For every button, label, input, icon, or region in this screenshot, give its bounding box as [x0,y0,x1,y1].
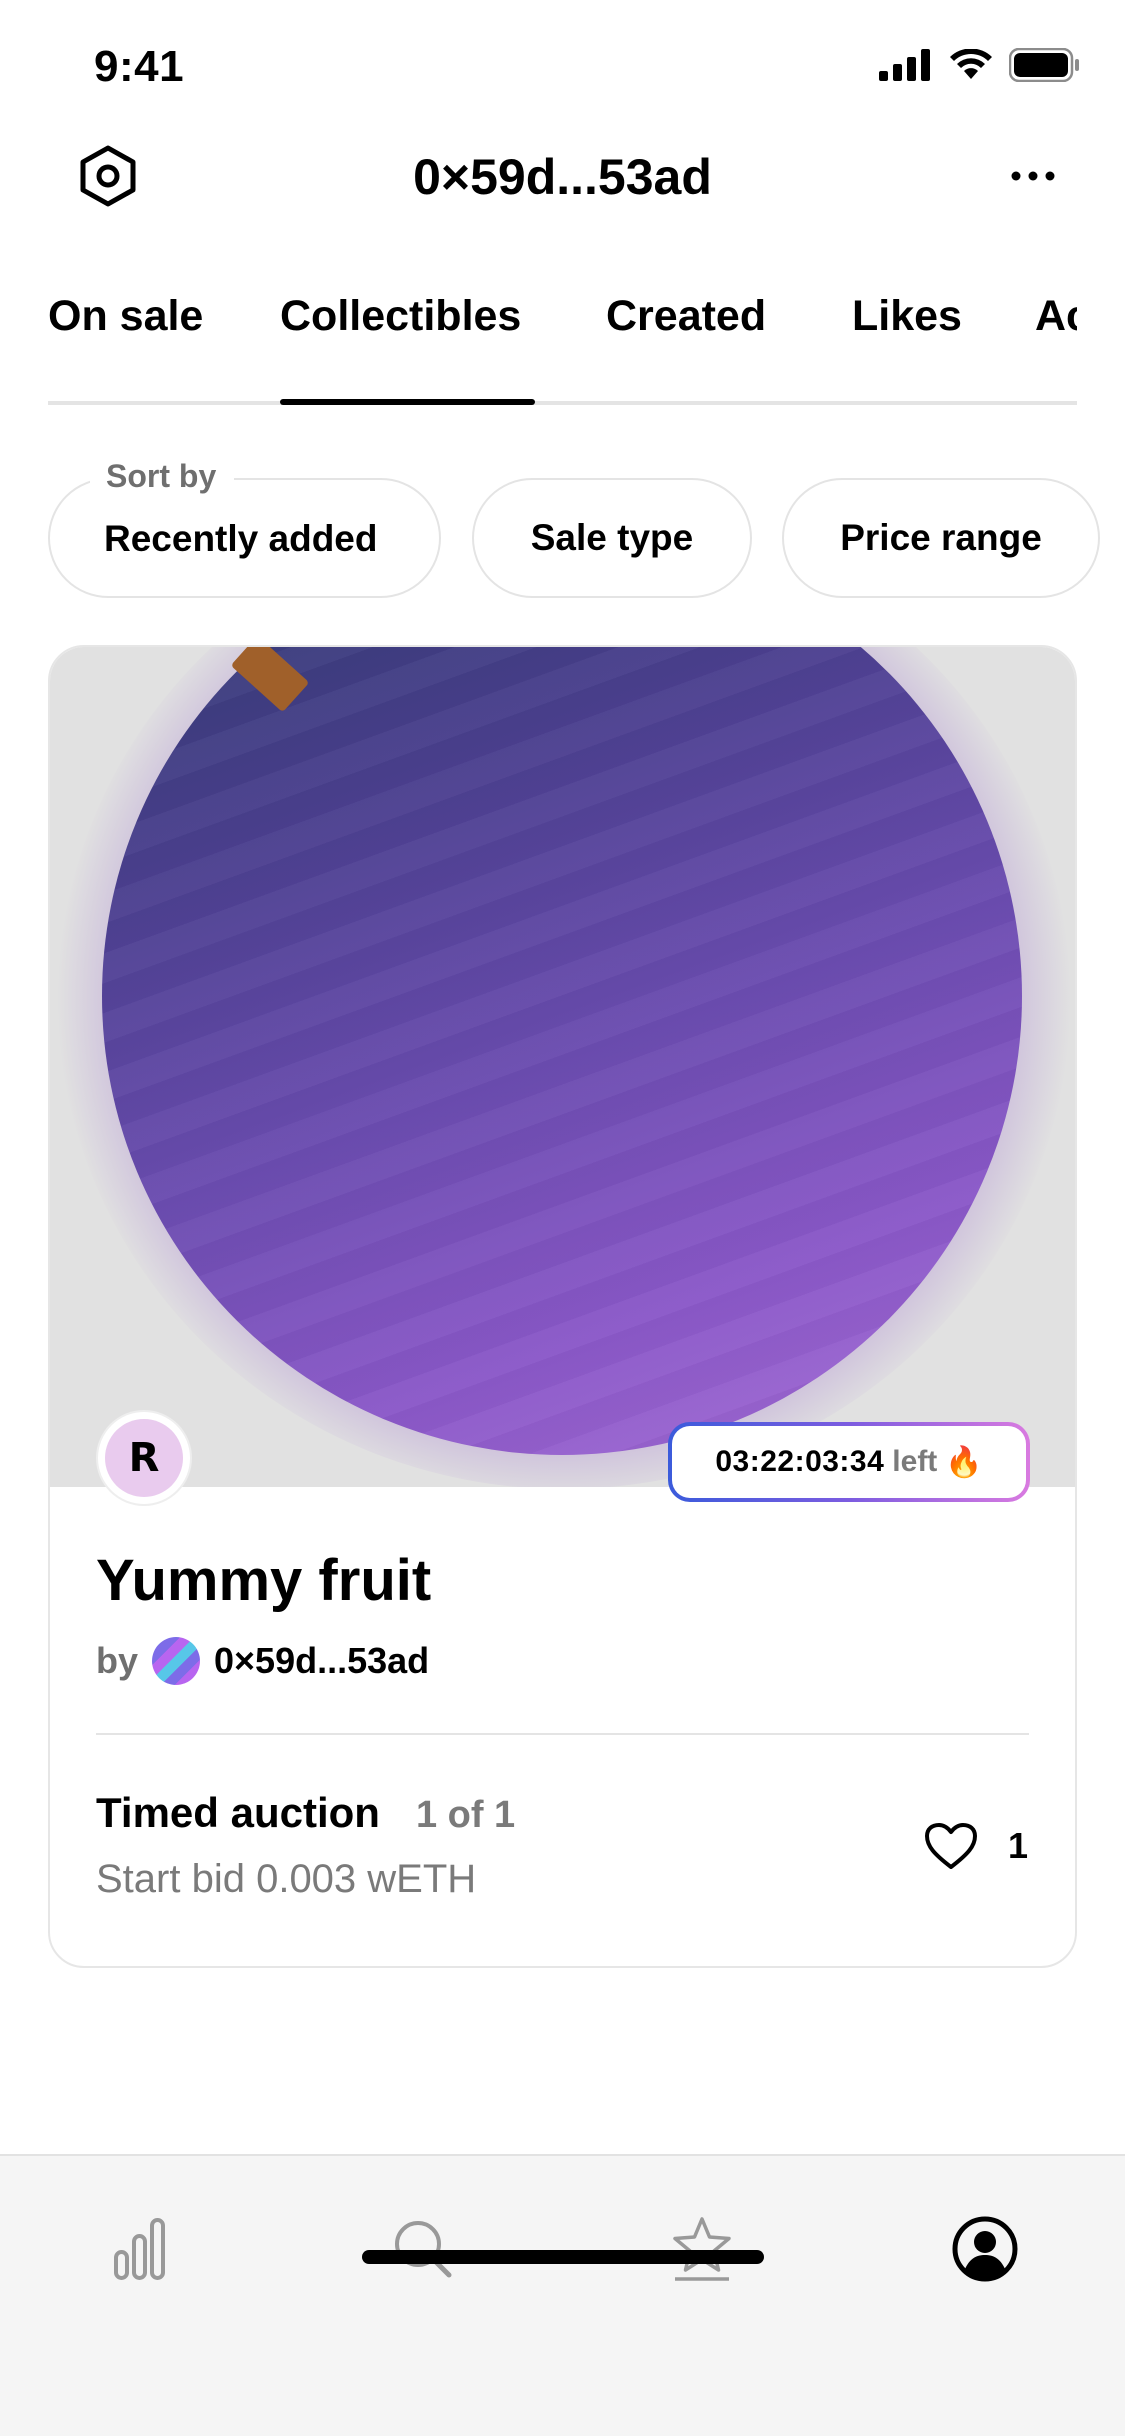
sort-value: Recently added [104,518,378,559]
edition-count: 1 of 1 [415,1794,516,1836]
nft-card[interactable]: R 03:22:03:34 left 🔥 Yummy fruit by 0×59… [48,645,1077,1968]
card-divider [96,1733,1029,1735]
nav-search[interactable] [378,2204,468,2294]
status-time: 9:41 [94,42,185,91]
owner-row[interactable]: by 0×59d...53ad [96,1637,429,1685]
search-icon [395,2221,452,2278]
status-bar: 9:41 [0,0,1125,132]
more-button[interactable] [1001,144,1065,208]
heart-icon [925,1823,977,1869]
auction-type: Timed auction [96,1789,380,1836]
star-icon [673,2217,731,2281]
auction-info: Timed auction 1 of 1 [96,1789,515,1837]
header: 0×59d...53ad [0,132,1125,252]
bottom-nav [0,2154,1125,2436]
timer-value: 03:22:03:34 [715,1445,885,1478]
tab-track [48,401,1077,405]
owner-avatar [152,1637,201,1685]
battery-icon [1009,48,1079,82]
nav-stats[interactable] [95,2204,185,2294]
fire-icon: 🔥 [945,1445,983,1479]
price-range-label: Price range [840,517,1042,558]
cellular-signal-icon [879,49,930,81]
tab-likes[interactable]: Likes [852,292,962,341]
tab-created[interactable]: Created [606,292,766,341]
sort-dropdown[interactable]: Sort by Recently added [48,458,441,598]
stats-icon [114,2218,165,2280]
tab-on-sale[interactable]: On sale [48,292,203,341]
nav-profile[interactable] [940,2204,1030,2294]
like-button[interactable]: 1 [924,1822,1028,1870]
home-indicator [362,2250,764,2264]
sale-type-label: Sale type [530,517,694,558]
sort-caption: Sort by [90,458,235,495]
sale-type-filter[interactable]: Sale type [472,478,752,598]
creator-avatar[interactable]: R [98,1412,190,1504]
tab-activity[interactable]: Ac [1035,292,1077,341]
page-title: 0×59d...53ad [413,149,712,205]
price-range-filter[interactable]: Price range [782,478,1100,598]
nft-image[interactable] [50,647,1075,1487]
tab-active-indicator [280,399,535,405]
start-bid: Start bid 0.003 wETH [96,1857,477,1901]
more-icon [1011,171,1055,181]
nft-title: Yummy fruit [96,1548,432,1613]
status-icons [879,48,1081,82]
auction-timer-badge: 03:22:03:34 left 🔥 [668,1422,1030,1502]
timer-suffix: left [892,1445,938,1478]
like-count: 1 [1008,1825,1029,1866]
nav-favorites[interactable] [657,2204,747,2294]
by-label: by [96,1640,139,1681]
profile-icon [952,2216,1018,2282]
tab-collectibles[interactable]: Collectibles [280,292,521,341]
owner-address: 0×59d...53ad [214,1640,430,1681]
wifi-icon [950,49,992,79]
creator-logo: R [105,1419,183,1497]
tab-bar: On sale Collectibles Created Likes Ac [48,270,1077,410]
